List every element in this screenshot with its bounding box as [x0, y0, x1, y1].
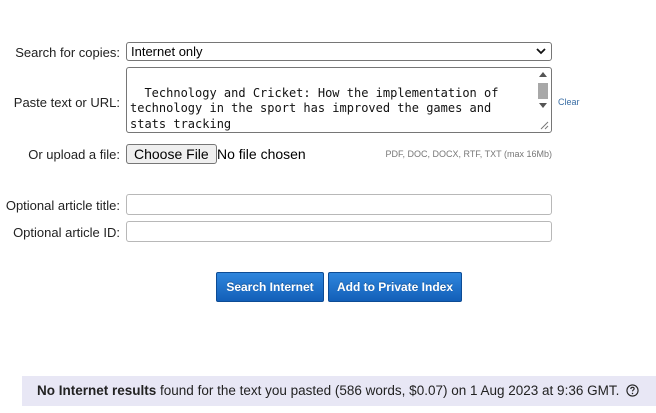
file-status-text: No file chosen	[217, 146, 306, 162]
article-title-input[interactable]	[126, 194, 552, 215]
scroll-down-arrow-icon[interactable]	[539, 103, 547, 108]
scroll-thumb[interactable]	[538, 83, 548, 99]
scroll-up-arrow-icon[interactable]	[539, 72, 547, 77]
clear-link[interactable]: Clear	[558, 97, 580, 107]
search-scope-value: Internet only	[131, 44, 203, 59]
result-status-text: found for the text you pasted (586 words…	[156, 383, 620, 398]
add-private-index-button[interactable]: Add to Private Index	[328, 272, 462, 302]
chevron-down-icon	[536, 48, 546, 55]
resize-handle-icon[interactable]	[539, 120, 549, 130]
paste-text-area[interactable]: Technology and Cricket: How the implemen…	[126, 67, 552, 133]
result-status-bar: No Internet results found for the text y…	[22, 376, 656, 406]
article-title-label: Optional article title:	[5, 198, 120, 213]
search-internet-button[interactable]: Search Internet	[216, 272, 324, 302]
help-circle-icon[interactable]	[626, 384, 639, 397]
article-id-input[interactable]	[126, 221, 552, 242]
article-id-label: Optional article ID:	[13, 225, 120, 240]
paste-text-value: Technology and Cricket: How the implemen…	[130, 85, 506, 131]
choose-file-button[interactable]: Choose File	[126, 144, 217, 164]
upload-file-label: Or upload a file:	[28, 147, 120, 162]
search-scope-select[interactable]: Internet only	[126, 42, 552, 61]
file-format-hint: PDF, DOC, DOCX, RTF, TXT (max 16Mb)	[385, 149, 552, 159]
search-copies-label: Search for copies:	[15, 45, 120, 60]
result-status-bold: No Internet results	[37, 383, 157, 398]
paste-text-label: Paste text or URL:	[13, 95, 120, 110]
